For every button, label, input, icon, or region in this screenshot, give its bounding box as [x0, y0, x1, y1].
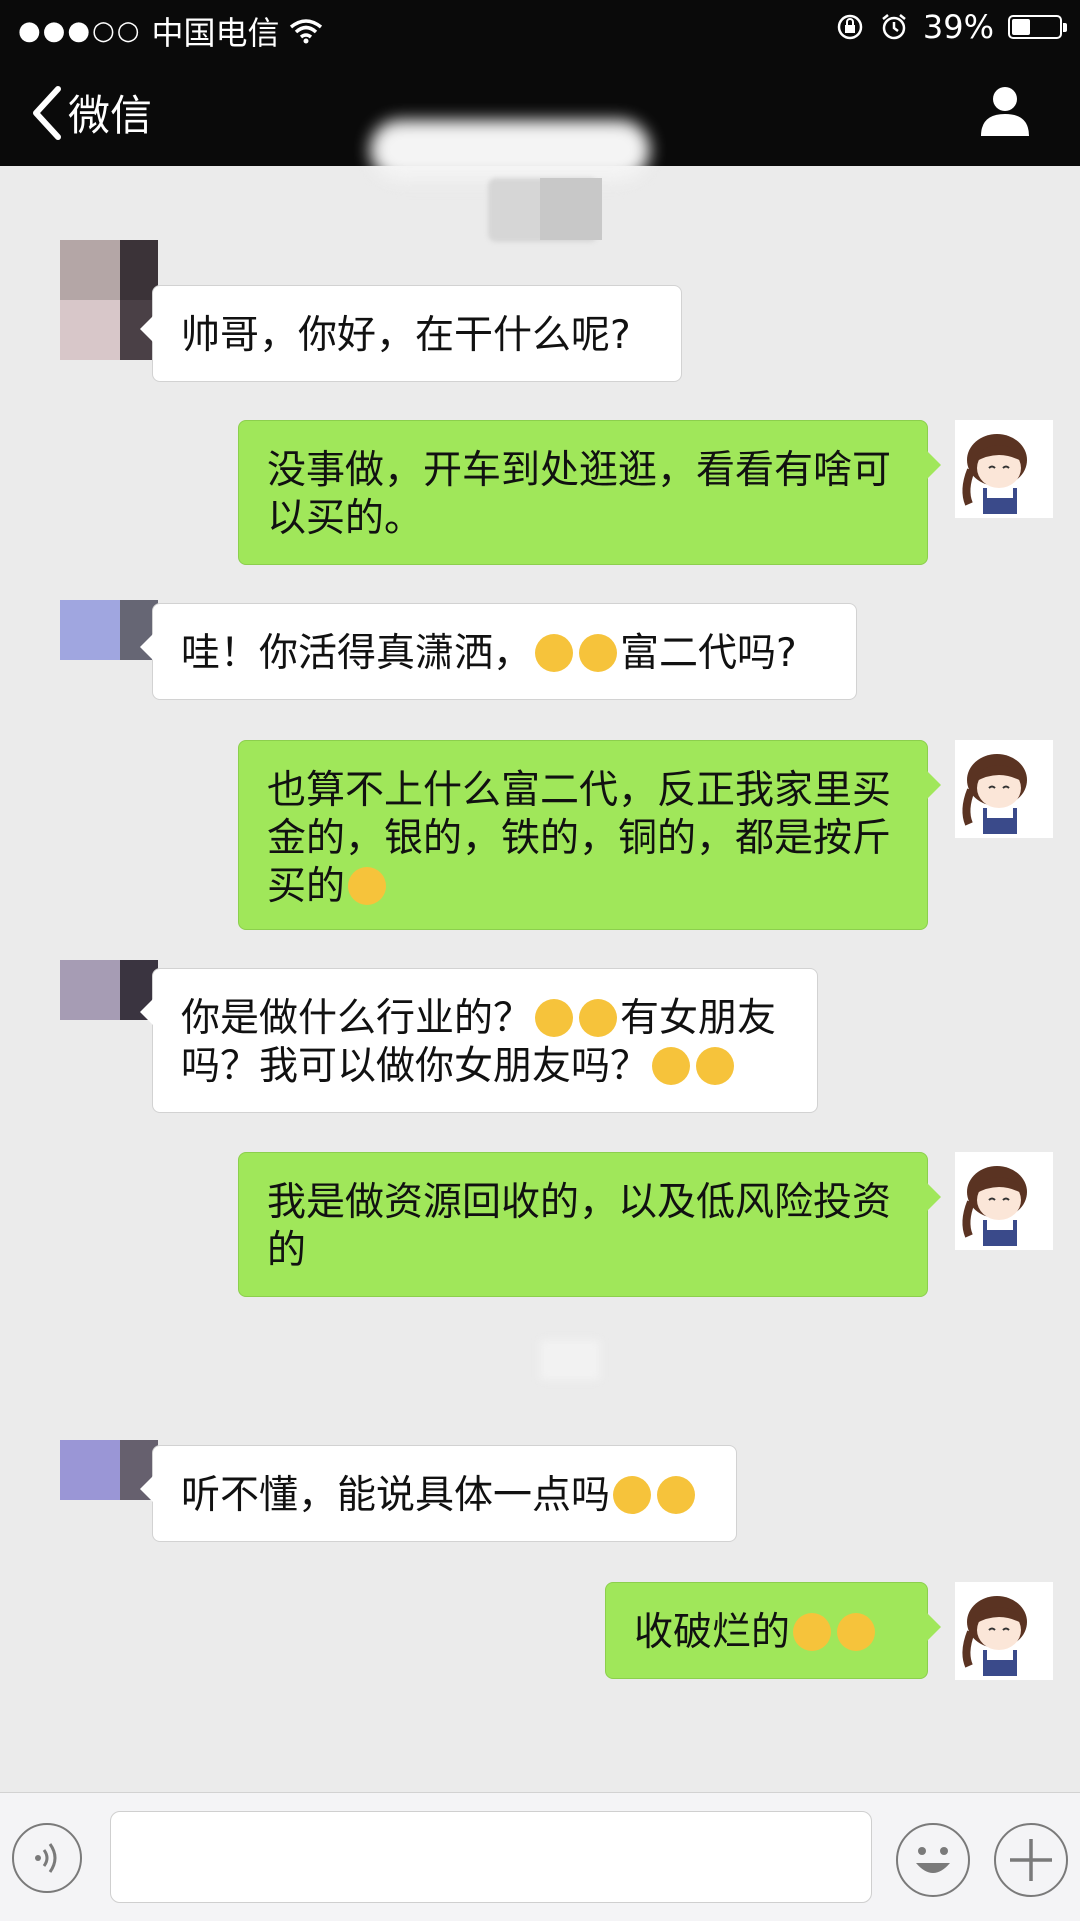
message-bubble-incoming[interactable]: 听不懂，能说具体一点吗	[140, 1445, 737, 1542]
wifi-icon	[290, 19, 323, 44]
weary-face-icon	[348, 867, 387, 905]
back-label: 微信	[68, 91, 153, 140]
alarm-icon	[882, 14, 906, 40]
plus-icon	[1010, 1839, 1052, 1881]
kissing-face-icon	[579, 634, 618, 672]
cartoon-girl-icon	[962, 754, 1027, 834]
chat-input-bar	[0, 1792, 1080, 1921]
blush-face-icon	[657, 1476, 696, 1514]
person-icon[interactable]	[978, 84, 1032, 138]
message-bubble-incoming[interactable]: 哇！你活得真潇洒， 富二代吗?	[140, 603, 857, 700]
battery-fill	[1012, 19, 1030, 35]
my-avatar[interactable]	[955, 1582, 1053, 1680]
cartoon-girl-icon	[962, 1596, 1027, 1676]
carrier-name: 中国电信	[151, 14, 280, 52]
cartoon-girl-icon	[962, 1166, 1027, 1246]
redacted-title	[370, 120, 650, 180]
message-text: 收破烂的	[634, 1610, 791, 1655]
emoji-button[interactable]	[896, 1823, 970, 1897]
battery-icon	[1008, 15, 1067, 39]
tears-of-joy-face-icon	[793, 1613, 832, 1651]
voice-button[interactable]	[12, 1823, 82, 1893]
message-bubble-outgoing[interactable]: 我是做资源回收的，以及低风险投资的	[238, 1152, 941, 1297]
message-bubble-outgoing[interactable]: 收破烂的	[605, 1582, 941, 1679]
redacted-timestamp	[540, 1340, 600, 1380]
message-text: 听不懂，能说具体一点吗	[181, 1473, 611, 1518]
message-text: 富二代吗?	[620, 631, 797, 676]
message-bubble-incoming[interactable]: 你是做什么行业的？ 有女朋友吗？我可以做你女朋友吗？	[140, 968, 818, 1113]
heart-eyes-face-icon	[579, 999, 618, 1037]
message-text: 你是做什么行业的？	[181, 996, 533, 1041]
kissing-face-icon	[535, 634, 574, 672]
my-avatar[interactable]	[955, 740, 1053, 838]
chevron-left-icon	[33, 85, 61, 140]
message-bubble-outgoing[interactable]: 也算不上什么富二代，反正我家里买金的，银的，铁的，铜的，都是按斤买的	[238, 740, 941, 930]
message-text: 帅哥，你好，在干什么呢?	[181, 313, 631, 358]
wink-tongue-face-icon	[696, 1047, 735, 1085]
signal-strength: ●●●○○	[18, 16, 142, 46]
blush-face-icon	[613, 1476, 652, 1514]
heart-eyes-face-icon	[535, 999, 574, 1037]
contact-avatar[interactable]	[60, 240, 158, 360]
plus-button[interactable]	[994, 1823, 1068, 1897]
my-avatar[interactable]	[955, 420, 1053, 518]
orientation-lock-icon	[837, 14, 863, 40]
my-avatar[interactable]	[955, 1152, 1053, 1250]
cartoon-girl-icon	[962, 434, 1027, 514]
message-bubble-incoming[interactable]: 帅哥，你好，在干什么呢?	[140, 285, 682, 382]
message-bubble-outgoing[interactable]: 没事做，开车到处逛逛，看看有啥可以买的。	[238, 420, 941, 565]
back-button[interactable]: 微信	[30, 82, 152, 143]
message-text: 没事做，开车到处逛逛，看看有啥可以买的。	[267, 448, 892, 541]
battery-percent: 39%	[922, 8, 994, 46]
message-text: 我是做资源回收的，以及低风险投资的	[267, 1180, 892, 1273]
message-input[interactable]	[110, 1811, 872, 1903]
status-bar: ●●●○○ 中国电信 39%	[0, 0, 1080, 56]
message-text: 哇！你活得真潇洒，	[181, 631, 533, 676]
tears-of-joy-face-icon	[837, 1613, 876, 1651]
emoji-icon	[916, 1847, 950, 1873]
voice-icon	[35, 1843, 57, 1873]
redacted-timestamp-block	[540, 178, 602, 240]
wink-tongue-face-icon	[652, 1047, 691, 1085]
